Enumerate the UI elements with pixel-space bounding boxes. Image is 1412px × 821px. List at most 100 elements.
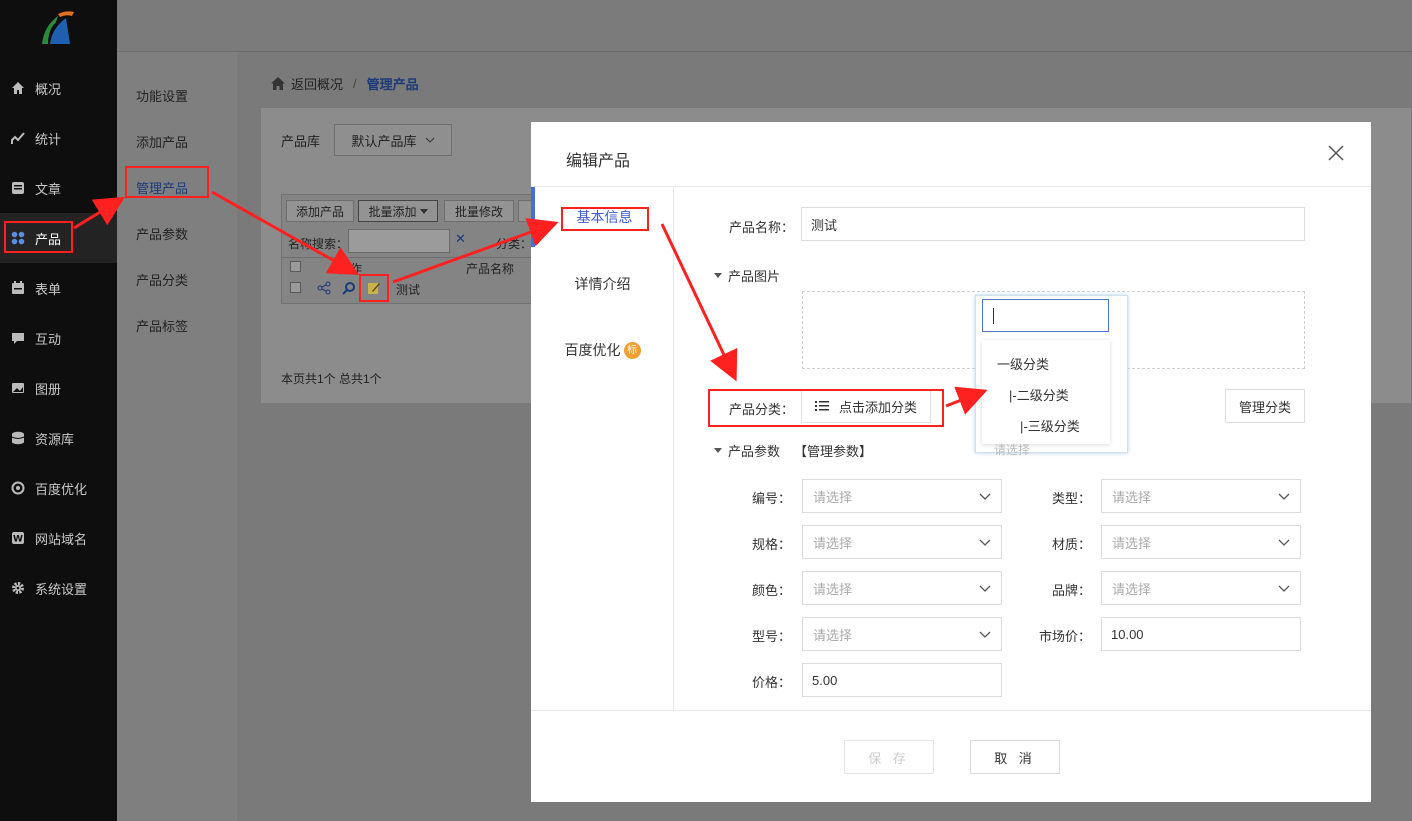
- field-select-type[interactable]: 请选择: [1101, 479, 1301, 513]
- text-caret: [993, 308, 994, 324]
- row-checkbox[interactable]: [290, 282, 301, 293]
- cancel-button[interactable]: 取 消: [970, 740, 1060, 774]
- dialog-tabs: 基本信息 详情介绍 百度优化 标: [531, 187, 674, 710]
- form-icon: [12, 281, 24, 294]
- product-name-cell: 测试: [396, 283, 421, 297]
- field-value: 请选择: [1112, 581, 1152, 597]
- gear-icon: [12, 582, 24, 594]
- select-all-checkbox[interactable]: [290, 261, 301, 272]
- breadcrumb-back-link[interactable]: 返回概况: [291, 74, 343, 93]
- field-select-model[interactable]: 请选择: [802, 617, 1002, 651]
- field-select-material[interactable]: 请选择: [1101, 525, 1301, 559]
- field-label-model: 型号：: [751, 629, 791, 644]
- manage-params-link[interactable]: 【管理参数】: [794, 441, 872, 460]
- breadcrumb-current: 管理产品: [366, 77, 419, 92]
- product-params-section[interactable]: 产品参数 【管理参数】: [714, 441, 872, 460]
- product-image-section[interactable]: 产品图片: [714, 266, 780, 285]
- nav-label: 网站域名: [35, 531, 88, 547]
- collapse-caret-icon: [714, 273, 722, 278]
- field-select-code[interactable]: 请选择: [802, 479, 1002, 513]
- field-label-material: 材质：: [1051, 537, 1091, 552]
- nav-item-resources[interactable]: 资源库: [0, 413, 117, 463]
- submenu-product-params[interactable]: 产品参数: [136, 224, 188, 243]
- library-select[interactable]: 默认产品库: [334, 124, 453, 156]
- submenu-product-category[interactable]: 产品分类: [136, 270, 188, 289]
- field-select-color[interactable]: 请选择: [802, 571, 1002, 605]
- clear-search-icon[interactable]: ✕: [455, 231, 466, 247]
- field-label-market-price: 市场价：: [1038, 629, 1091, 644]
- chart-icon: [11, 132, 25, 144]
- section-title: 产品参数: [728, 444, 781, 459]
- nav-item-seo[interactable]: 百度优化: [0, 463, 117, 513]
- nav-label: 产品: [35, 231, 62, 247]
- nav-item-gallery[interactable]: 图册: [0, 363, 117, 413]
- more-toolbar-button[interactable]: [518, 200, 532, 222]
- chevron-down-icon: [979, 631, 991, 638]
- nav-item-form[interactable]: 表单: [0, 263, 117, 313]
- chevron-down-icon: [1278, 493, 1290, 500]
- manage-category-button[interactable]: 管理分类: [1225, 389, 1305, 423]
- tag-badge: 标: [623, 341, 641, 359]
- add-category-button[interactable]: 点击添加分类: [801, 389, 931, 423]
- article-icon: [12, 182, 24, 194]
- field-value: 请选择: [813, 581, 853, 597]
- nav-label: 统计: [35, 131, 62, 147]
- submenu-add-product[interactable]: 添加产品: [136, 132, 188, 151]
- field-select-spec[interactable]: 请选择: [802, 525, 1002, 559]
- breadcrumb: 返回概况 / 管理产品: [271, 74, 419, 93]
- submenu-product-tags[interactable]: 产品标签: [136, 316, 188, 335]
- caret-down-icon: [419, 208, 428, 214]
- nav-item-product[interactable]: 产品: [0, 213, 117, 263]
- field-value: 请选择: [813, 627, 853, 643]
- submenu-manage-product[interactable]: 管理产品: [136, 178, 188, 197]
- chevron-down-icon: [1278, 539, 1290, 546]
- logo-icon: [42, 11, 74, 44]
- field-label-color: 颜色：: [751, 583, 791, 598]
- market-price-input[interactable]: 10.00: [1101, 617, 1301, 651]
- chevron-down-icon: [425, 137, 434, 143]
- library-value: 默认产品库: [351, 133, 417, 149]
- price-input[interactable]: 5.00: [802, 663, 1002, 697]
- home-icon: [12, 82, 24, 94]
- chevron-down-icon: [979, 539, 991, 546]
- batch-add-button[interactable]: 批量添加: [358, 200, 438, 222]
- category-option-level2[interactable]: |-二级分类: [1009, 385, 1069, 404]
- nav-item-overview[interactable]: 概况: [0, 63, 117, 113]
- save-button[interactable]: 保 存: [844, 740, 934, 774]
- close-icon[interactable]: [1327, 144, 1345, 162]
- nav-item-stats[interactable]: 统计: [0, 113, 117, 163]
- category-option-level3[interactable]: |-三级分类: [1020, 416, 1080, 435]
- svg-text:W: W: [13, 535, 23, 545]
- product-name-input[interactable]: 测试: [801, 207, 1305, 241]
- collapse-caret-icon: [714, 448, 722, 453]
- field-select-brand[interactable]: 请选择: [1101, 571, 1301, 605]
- tab-basic-info[interactable]: 基本信息: [531, 187, 674, 247]
- tab-baidu-seo[interactable]: 百度优化 标: [531, 320, 674, 380]
- category-option-level1[interactable]: 一级分类: [997, 354, 1049, 373]
- database-icon: [11, 431, 25, 445]
- edit-icon[interactable]: [367, 281, 381, 295]
- dialog-header: 编辑产品: [531, 122, 1371, 187]
- search-icon[interactable]: [342, 281, 356, 295]
- category-options: 一级分类 |-二级分类 |-三级分类: [982, 340, 1110, 444]
- batch-edit-button[interactable]: 批量修改: [444, 200, 514, 222]
- nav-item-settings[interactable]: 系统设置: [0, 563, 117, 613]
- category-search-input[interactable]: [982, 299, 1109, 332]
- name-search-input[interactable]: [348, 229, 450, 253]
- col-product-name: 产品名称: [466, 262, 515, 276]
- home-icon: [271, 77, 285, 90]
- field-label-type: 类型：: [1051, 491, 1091, 506]
- library-label: 产品库: [281, 133, 321, 149]
- nav-item-domain[interactable]: W 网站域名: [0, 513, 117, 563]
- field-value: 请选择: [813, 489, 853, 505]
- add-product-button[interactable]: 添加产品: [286, 200, 354, 222]
- pagination-summary: 本页共1个 总共1个: [281, 372, 382, 386]
- field-value: 请选择: [1112, 489, 1152, 505]
- nav-item-interaction[interactable]: 互动: [0, 313, 117, 363]
- field-value: 请选择: [813, 535, 853, 551]
- share-icon[interactable]: [317, 281, 331, 295]
- submenu-function-settings[interactable]: 功能设置: [136, 86, 188, 105]
- tab-detail-intro[interactable]: 详情介绍: [531, 254, 674, 314]
- nav-item-article[interactable]: 文章: [0, 163, 117, 213]
- main-sidebar: 概况 统计 文章 产品 表单 互动 图册 资源库 百度优化 W 网站域名 系统设…: [0, 0, 117, 821]
